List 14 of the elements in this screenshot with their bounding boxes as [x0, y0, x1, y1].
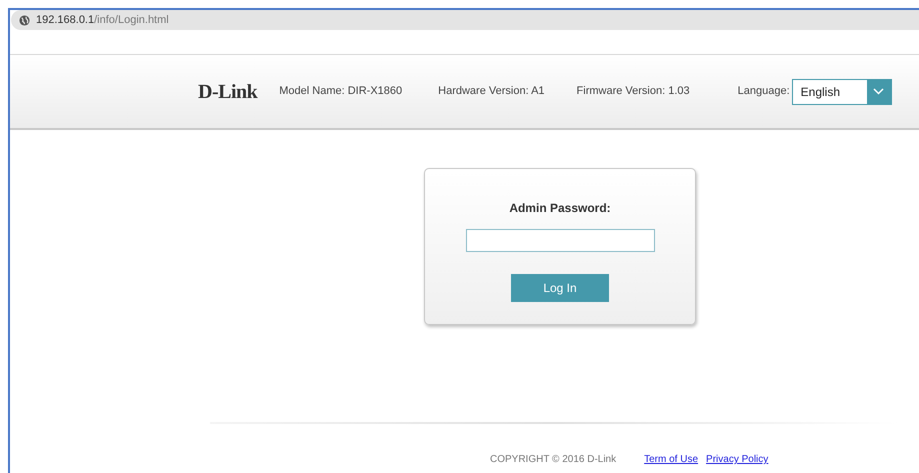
copyright-text: COPYRIGHT © 2016 D-Link [490, 453, 616, 467]
globe-icon [19, 14, 30, 26]
chevron-down-icon [873, 88, 884, 95]
hardware-version: Hardware Version: A1 [438, 84, 545, 100]
url-text[interactable]: 192.168.0.1/info/Login.html [36, 12, 169, 28]
language-label: Language: [738, 84, 790, 100]
firmware-version: Firmware Version: 1.03 [576, 84, 690, 100]
password-label: Admin Password: [509, 200, 611, 217]
footer-link[interactable]: Term of Use [644, 452, 698, 467]
language-select[interactable]: English [792, 78, 892, 104]
model-name: Model Name: DIR-X1860 [279, 84, 402, 100]
brand-logo: D-Link [198, 80, 258, 104]
footer-link[interactable]: Privacy Policy [706, 452, 768, 467]
password-field[interactable] [466, 229, 654, 252]
